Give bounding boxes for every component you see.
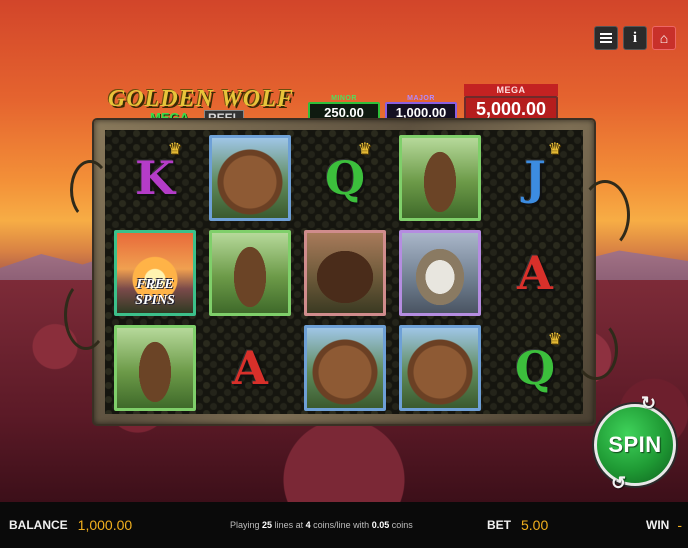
play-info-suffix: coins — [391, 520, 413, 530]
logo-title: GOLDEN WOLF — [108, 86, 294, 112]
spin-arrow-icon: ↺ — [611, 473, 627, 493]
info-icon: i — [632, 29, 638, 46]
symbol-horse — [114, 325, 196, 411]
reel-frame: K ♛ Q ♛ J ♛ FREE SPINS A A Q ♛ — [64, 120, 630, 424]
win-label: WIN — [646, 518, 670, 532]
play-info-prefix: Playing — [230, 520, 260, 530]
spin-arrow-icon: ↻ — [641, 393, 657, 413]
bet-control[interactable]: BET 5.00 — [487, 517, 548, 533]
spin-button[interactable]: ↻ SPIN ↺ — [594, 393, 676, 493]
vine-decoration — [70, 160, 110, 220]
symbol-letter-j: J ♛ — [494, 135, 576, 221]
play-info-mid1: lines at — [274, 520, 304, 530]
play-info-lines: 25 — [262, 520, 273, 530]
symbol-letter-text: J — [524, 151, 546, 205]
symbol-bear — [209, 135, 291, 221]
symbol-eagle — [399, 230, 481, 316]
play-info-coins: 4 — [305, 520, 311, 530]
symbol-letter-a: A — [494, 230, 576, 316]
symbol-letter-a: A — [209, 325, 291, 411]
crown-icon: ♛ — [357, 141, 372, 158]
crown-icon: ♛ — [167, 141, 182, 158]
spin-label: SPIN — [608, 432, 662, 457]
symbol-bear — [399, 325, 481, 411]
bet-label: BET — [487, 518, 511, 532]
symbol-letter-q: Q ♛ — [304, 135, 386, 221]
symbol-letter-text: A — [232, 341, 268, 395]
symbol-letter-text: Q — [324, 151, 366, 205]
status-bar: BALANCE 1,000.00 Playing 25 lines at 4 c… — [0, 502, 688, 548]
home-icon: ⌂ — [659, 30, 669, 46]
jackpot-mega-label: MEGA — [464, 84, 558, 96]
jackpot-minor-value: 250.00 — [308, 102, 380, 122]
menu-button[interactable] — [594, 26, 618, 50]
symbol-horse — [399, 135, 481, 221]
jackpot-major-value: 1,000.00 — [385, 102, 457, 122]
symbol-letter-q: Q ♛ — [494, 325, 576, 411]
balance-display: BALANCE 1,000.00 — [9, 517, 132, 533]
play-info-mid2: coins/line with — [313, 520, 370, 530]
symbol-letter-k: K ♛ — [114, 135, 196, 221]
jackpot-minor: MINOR 250.00 — [308, 95, 380, 122]
bet-value: 5.00 — [521, 517, 549, 533]
symbol-horse — [209, 230, 291, 316]
symbol-free-spins: FREE SPINS — [114, 230, 196, 316]
reel-grid: K ♛ Q ♛ J ♛ FREE SPINS A A Q ♛ — [105, 130, 583, 414]
crown-icon: ♛ — [547, 141, 562, 158]
jackpot-major-label: MAJOR — [407, 95, 435, 102]
balance-label: BALANCE — [9, 518, 68, 532]
jackpot-major: MAJOR 1,000.00 — [385, 95, 457, 122]
balance-value: 1,000.00 — [77, 517, 133, 533]
vine-decoration — [64, 280, 108, 350]
menu-icon — [600, 33, 612, 43]
symbol-bear — [304, 325, 386, 411]
home-button[interactable]: ⌂ — [652, 26, 676, 50]
win-display: WIN - — [646, 517, 682, 533]
info-button[interactable]: i — [623, 26, 647, 50]
symbol-bison — [304, 230, 386, 316]
jackpot-mega-value: 5,000.00 — [464, 96, 558, 122]
crown-icon: ♛ — [547, 331, 562, 348]
vine-decoration — [580, 180, 630, 250]
jackpot-minor-label: MINOR — [331, 95, 357, 102]
free-spins-label: FREE SPINS — [135, 277, 175, 308]
symbol-letter-text: A — [517, 246, 553, 300]
play-info-text: Playing 25 lines at 4 coins/line with 0.… — [230, 520, 413, 530]
win-value: - — [677, 517, 682, 533]
jackpot-mega: MEGA 5,000.00 — [464, 84, 558, 122]
symbol-letter-text: Q — [514, 341, 556, 395]
symbol-letter-text: K — [135, 151, 175, 205]
play-info-coin-value: 0.05 — [371, 520, 390, 530]
